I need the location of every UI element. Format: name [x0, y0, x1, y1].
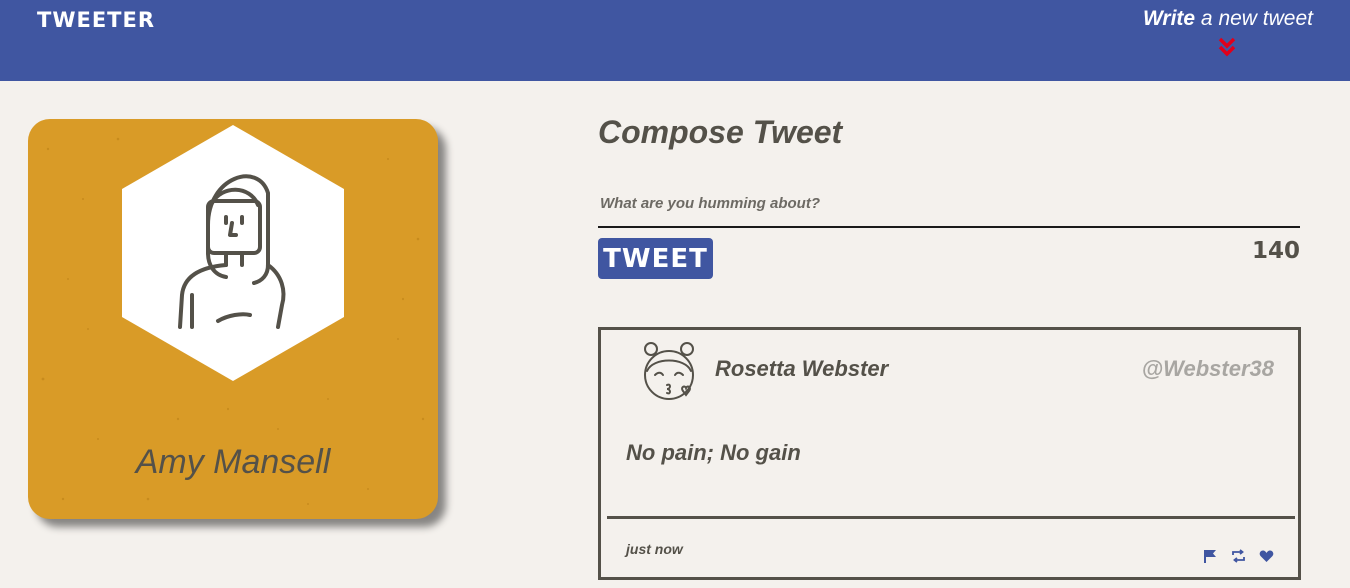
- double-chevron-down-icon[interactable]: [1217, 36, 1237, 58]
- tweet-divider: [607, 516, 1295, 519]
- profile-card: Amy Mansell: [28, 119, 438, 519]
- retweet-icon[interactable]: [1231, 549, 1246, 563]
- girl-kiss-avatar-icon: [644, 342, 694, 400]
- tweet-button[interactable]: TWEET: [598, 238, 713, 279]
- top-nav: TWEETER Write a new tweet: [0, 0, 1350, 81]
- tweet-author-name: Rosetta Webster: [715, 356, 889, 381]
- tweet-author-handle: @Webster38: [1141, 356, 1274, 381]
- tweet-card: Rosetta Webster @Webster38 No pain; No g…: [598, 327, 1301, 580]
- flag-icon[interactable]: [1203, 549, 1218, 563]
- char-counter: 140: [1251, 238, 1300, 264]
- woman-avatar-icon: [122, 125, 344, 381]
- tweet-textarea[interactable]: [598, 180, 1300, 228]
- tweet-body: No pain; No gain: [626, 440, 801, 465]
- tweet-actions: [1203, 549, 1274, 563]
- write-new-tweet-link[interactable]: Write a new tweet: [1143, 7, 1313, 31]
- tweet-timestamp: just now: [626, 541, 683, 557]
- heart-icon[interactable]: [1259, 549, 1274, 563]
- write-rest: a new tweet: [1195, 7, 1313, 30]
- profile-name: Amy Mansell: [135, 443, 331, 481]
- write-bold: Write: [1142, 7, 1196, 30]
- brand-logo[interactable]: TWEETER: [37, 8, 155, 32]
- compose-title: Compose Tweet: [598, 114, 843, 150]
